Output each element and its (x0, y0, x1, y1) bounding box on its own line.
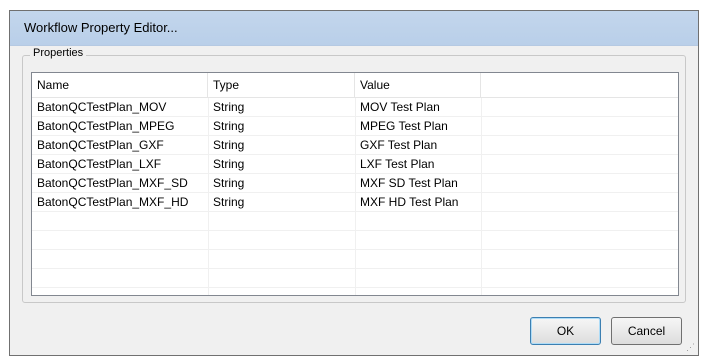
row-type-cell: String (213, 195, 245, 209)
row-name-cell: BatonQCTestPlan_LXF (37, 157, 162, 171)
row-type-cell: String (213, 100, 245, 114)
row-name-cell: BatonQCTestPlan_MXF_HD (37, 195, 189, 209)
table-row[interactable]: BatonQCTestPlan_MXF_SD String MXF SD Tes… (32, 174, 678, 193)
empty-row (32, 269, 678, 288)
row-type-cell: String (213, 176, 245, 190)
row-value-cell: GXF Test Plan (360, 138, 438, 152)
row-value-cell: MXF SD Test Plan (360, 176, 458, 190)
column-header-type[interactable]: Type (208, 73, 355, 97)
column-header-name[interactable]: Name (32, 73, 208, 97)
row-type-cell: String (213, 119, 245, 133)
table-row[interactable]: BatonQCTestPlan_MXF_HD String MXF HD Tes… (32, 193, 678, 212)
row-value-cell: MPEG Test Plan (360, 119, 448, 133)
cancel-button[interactable]: Cancel (611, 317, 682, 345)
properties-group-label: Properties (30, 47, 87, 59)
empty-row (32, 231, 678, 250)
column-header-filler (481, 73, 678, 97)
row-value-cell: MOV Test Plan (360, 100, 440, 114)
row-name-cell: BatonQCTestPlan_GXF (37, 138, 164, 152)
ok-button[interactable]: OK (530, 317, 601, 345)
list-rows: BatonQCTestPlan_MOV String MOV Test Plan… (32, 98, 678, 295)
table-row[interactable]: BatonQCTestPlan_LXF String LXF Test Plan (32, 155, 678, 174)
empty-row (32, 250, 678, 269)
properties-list[interactable]: Name Type Value BatonQCTestPlan_MOV Stri… (31, 72, 679, 296)
column-header-value[interactable]: Value (355, 73, 481, 97)
row-type-cell: String (213, 138, 245, 152)
empty-row (32, 212, 678, 231)
row-name-cell: BatonQCTestPlan_MPEG (37, 119, 175, 133)
row-name-cell: BatonQCTestPlan_MOV (37, 100, 167, 114)
row-type-cell: String (213, 157, 245, 171)
table-row[interactable]: BatonQCTestPlan_GXF String GXF Test Plan (32, 136, 678, 155)
list-header: Name Type Value (32, 73, 678, 98)
workflow-property-editor-dialog: Workflow Property Editor... Properties N… (9, 10, 699, 356)
row-name-cell: BatonQCTestPlan_MXF_SD (37, 176, 188, 190)
row-value-cell: LXF Test Plan (360, 157, 435, 171)
table-row[interactable]: BatonQCTestPlan_MOV String MOV Test Plan (32, 98, 678, 117)
title-bar[interactable]: Workflow Property Editor... (10, 11, 698, 46)
resize-grip-icon[interactable]: ⋰ (685, 342, 695, 352)
window-title: Workflow Property Editor... (24, 20, 178, 35)
row-value-cell: MXF HD Test Plan (360, 195, 459, 209)
table-row[interactable]: BatonQCTestPlan_MPEG String MPEG Test Pl… (32, 117, 678, 136)
